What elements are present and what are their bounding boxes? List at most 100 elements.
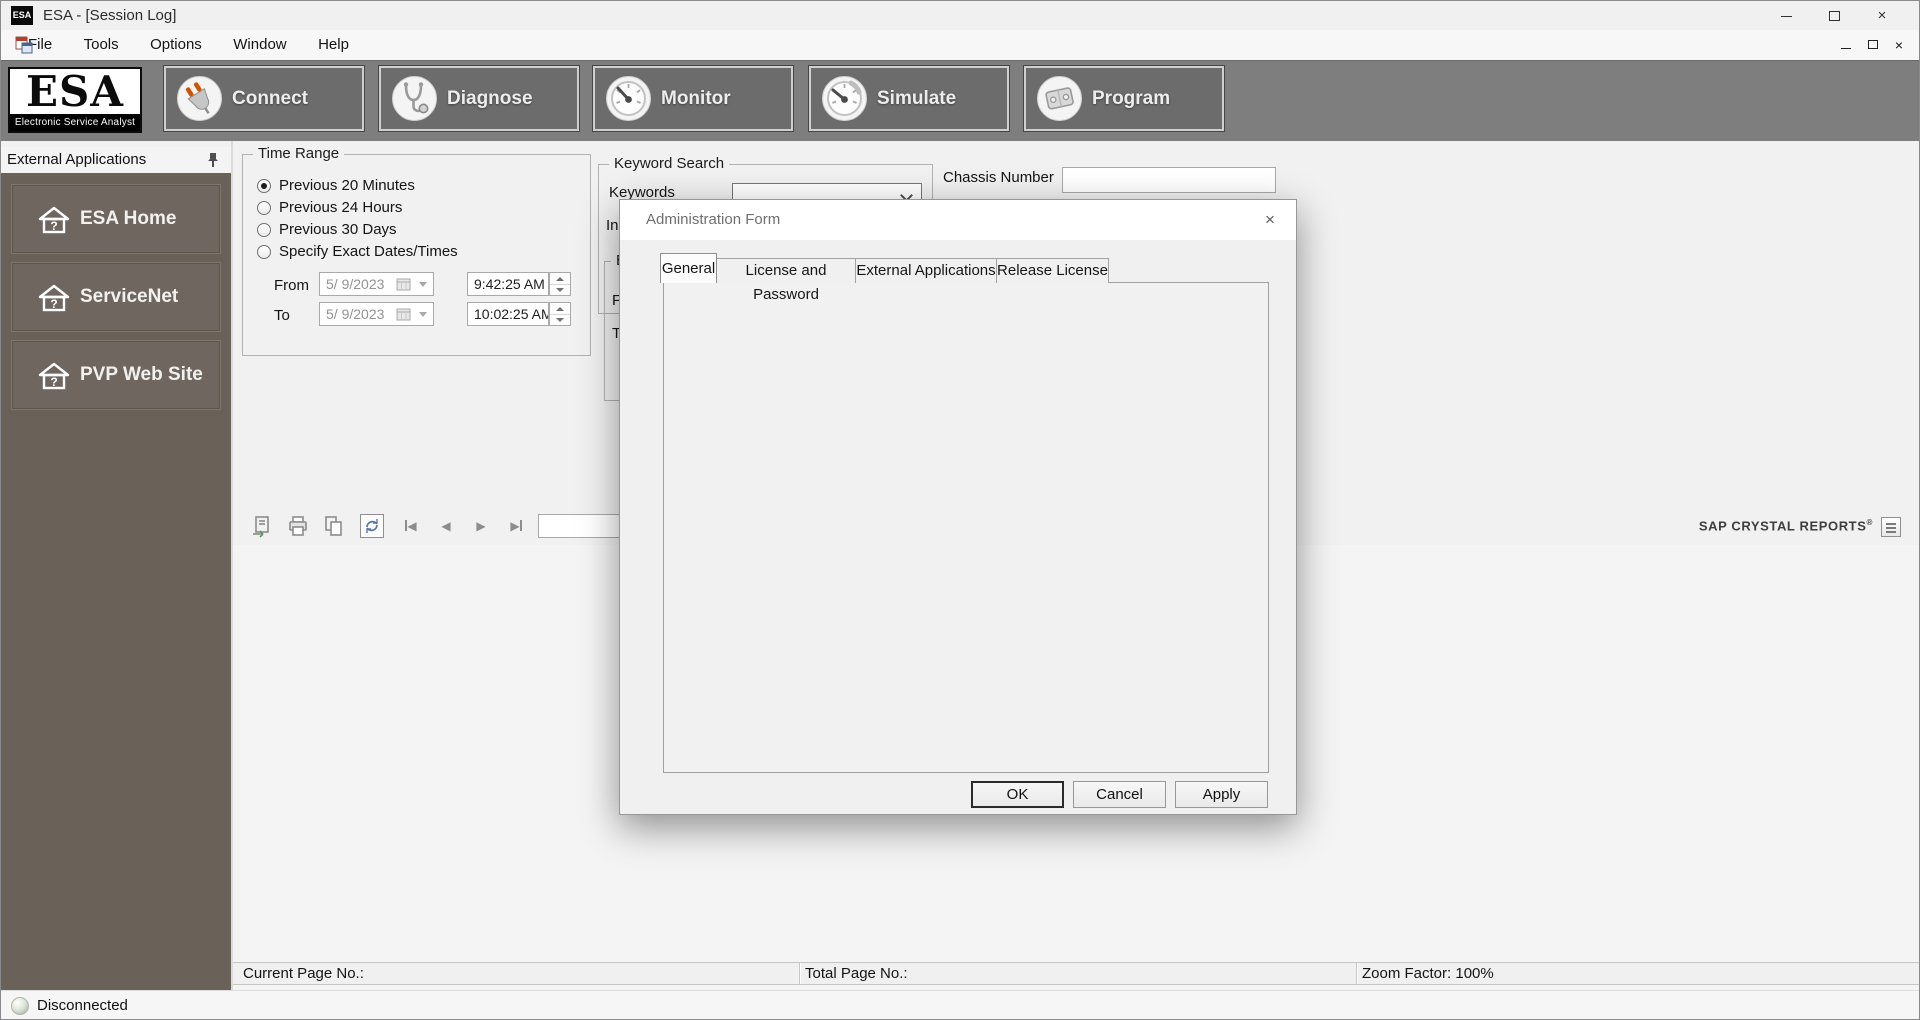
first-page-button[interactable]: ◀	[398, 516, 424, 536]
simulate-label: Simulate	[877, 68, 956, 129]
menu-window[interactable]: Window	[233, 30, 286, 60]
to-date-field[interactable]: 5/ 9/2023	[319, 302, 434, 326]
diagnose-label: Diagnose	[447, 68, 533, 129]
chassis-number-input[interactable]	[1062, 167, 1276, 193]
to-time-value: 10:02:25 AM	[474, 306, 549, 322]
to-date-value: 5/ 9/2023	[326, 306, 384, 322]
ok-button[interactable]: OK	[971, 781, 1064, 808]
tab-license-and-password[interactable]: License and Password	[716, 258, 856, 283]
mdi-window-controls: ×	[1841, 30, 1903, 60]
next-page-button[interactable]: ▶	[468, 516, 494, 536]
home-icon: ?	[38, 361, 70, 396]
plug-icon	[176, 75, 223, 122]
connect-button[interactable]: Connect	[164, 66, 364, 131]
sidebar-item-label: ServiceNet	[80, 263, 178, 331]
mdi-child-icon	[14, 35, 34, 55]
svg-text:?: ?	[50, 297, 57, 311]
monitor-label: Monitor	[661, 68, 731, 129]
home-icon: ?	[38, 205, 70, 240]
export-icon[interactable]	[250, 514, 274, 538]
monitor-button[interactable]: Monitor	[593, 66, 793, 131]
copy-icon[interactable]	[322, 514, 346, 538]
zoom-factor-label: Zoom Factor: 100%	[1362, 964, 1494, 983]
sidebar-item-pvp-web-site[interactable]: ? PVP Web Site	[11, 340, 221, 410]
from-time-spinner	[549, 272, 571, 296]
in-label: In	[606, 217, 619, 234]
connection-status-text: Disconnected	[37, 991, 128, 1020]
sidebar-item-label: PVP Web Site	[80, 341, 203, 409]
minimize-icon	[1781, 16, 1792, 17]
first-page-icon: ◀	[407, 519, 416, 533]
brand-text: SAP CRYSTAL REPORTS	[1699, 518, 1867, 533]
dialog-close-button[interactable]: ×	[1258, 208, 1282, 232]
time-range-group: Time Range Previous 20 Minutes Previous …	[242, 154, 591, 356]
previous-page-button[interactable]: ◀	[433, 516, 459, 536]
chevron-down-icon	[419, 282, 427, 287]
time-range-title: Time Range	[253, 145, 344, 162]
calendar-icon	[396, 307, 411, 324]
calendar-icon	[396, 277, 411, 294]
tab-external-applications[interactable]: External Applications	[855, 258, 997, 283]
tab-general[interactable]: General	[660, 253, 717, 283]
diagnose-button[interactable]: Diagnose	[379, 66, 579, 131]
print-icon[interactable]	[286, 514, 310, 538]
total-page-label: Total Page No.:	[805, 964, 908, 983]
sidebar-item-servicenet[interactable]: ? ServiceNet	[11, 262, 221, 332]
connect-label: Connect	[232, 68, 308, 129]
sidebar-item-esa-home[interactable]: ? ESA Home	[11, 184, 221, 254]
cancel-button[interactable]: Cancel	[1073, 781, 1166, 808]
chassis-number-label: Chassis Number	[943, 169, 1054, 186]
home-icon: ?	[38, 283, 70, 318]
toolbar-toggle-button[interactable]	[1881, 517, 1901, 537]
esa-logo-text: ESA	[10, 69, 140, 114]
mdi-close-button[interactable]: ×	[1895, 37, 1903, 53]
connection-status-icon	[11, 997, 29, 1015]
from-label: From	[274, 277, 309, 294]
tab-release-license[interactable]: Release License	[996, 258, 1109, 283]
menu-options[interactable]: Options	[150, 30, 202, 60]
from-date-field[interactable]: 5/ 9/2023	[319, 272, 434, 296]
program-button[interactable]: Program	[1024, 66, 1224, 131]
next-page-icon: ▶	[476, 519, 485, 533]
menu-tools[interactable]: Tools	[84, 30, 119, 60]
radio-previous-24-hours[interactable]	[257, 201, 271, 215]
program-label: Program	[1092, 68, 1170, 129]
window-title: ESA - [Session Log]	[43, 1, 176, 30]
app-icon: ESA	[11, 6, 33, 25]
pin-icon[interactable]	[204, 151, 222, 169]
sidebar-item-label: ESA Home	[80, 185, 176, 253]
menu-help[interactable]: Help	[318, 30, 349, 60]
to-label: To	[274, 307, 290, 324]
mdi-restore-icon	[1868, 40, 1878, 49]
pagebar-separator	[1356, 963, 1357, 984]
last-page-button[interactable]: ▶	[503, 516, 529, 536]
restore-button[interactable]	[1811, 1, 1857, 30]
to-time-field[interactable]: 10:02:25 AM	[467, 302, 549, 326]
minimize-button[interactable]	[1763, 1, 1809, 30]
ok-label: OK	[1007, 786, 1029, 803]
pagebar-separator	[799, 963, 800, 984]
dialog-titlebar: Administration Form ×	[620, 200, 1296, 240]
refresh-icon[interactable]	[360, 514, 384, 538]
main-toolbar: ESA Electronic Service Analyst Connect	[1, 60, 1919, 142]
app-window: ESA ESA - [Session Log] × File Tools Opt…	[0, 0, 1920, 1020]
ecu-module-icon	[1036, 75, 1083, 122]
radio-previous-20-minutes[interactable]	[257, 179, 271, 193]
svg-text:?: ?	[50, 219, 57, 233]
radio-specify-exact-dates[interactable]	[257, 245, 271, 259]
spinner-down-icon[interactable]	[550, 284, 570, 295]
from-time-field[interactable]: 9:42:25 AM	[467, 272, 549, 296]
mdi-minimize-button[interactable]	[1841, 36, 1851, 54]
mdi-restore-button[interactable]	[1868, 36, 1878, 54]
radio-previous-30-days[interactable]	[257, 223, 271, 237]
apply-button[interactable]: Apply	[1175, 781, 1268, 808]
radio-label: Previous 20 Minutes	[279, 177, 415, 194]
from-time-value: 9:42:25 AM	[474, 276, 545, 292]
simulate-button[interactable]: Simulate	[809, 66, 1009, 131]
radio-label: Previous 24 Hours	[279, 199, 402, 216]
statusbar: Disconnected	[1, 990, 1919, 1020]
close-button[interactable]: ×	[1859, 1, 1905, 30]
spinner-down-icon[interactable]	[550, 314, 570, 325]
close-icon: ×	[1878, 7, 1887, 24]
report-pagebar: Current Page No.: Total Page No.: Zoom F…	[233, 962, 1919, 985]
